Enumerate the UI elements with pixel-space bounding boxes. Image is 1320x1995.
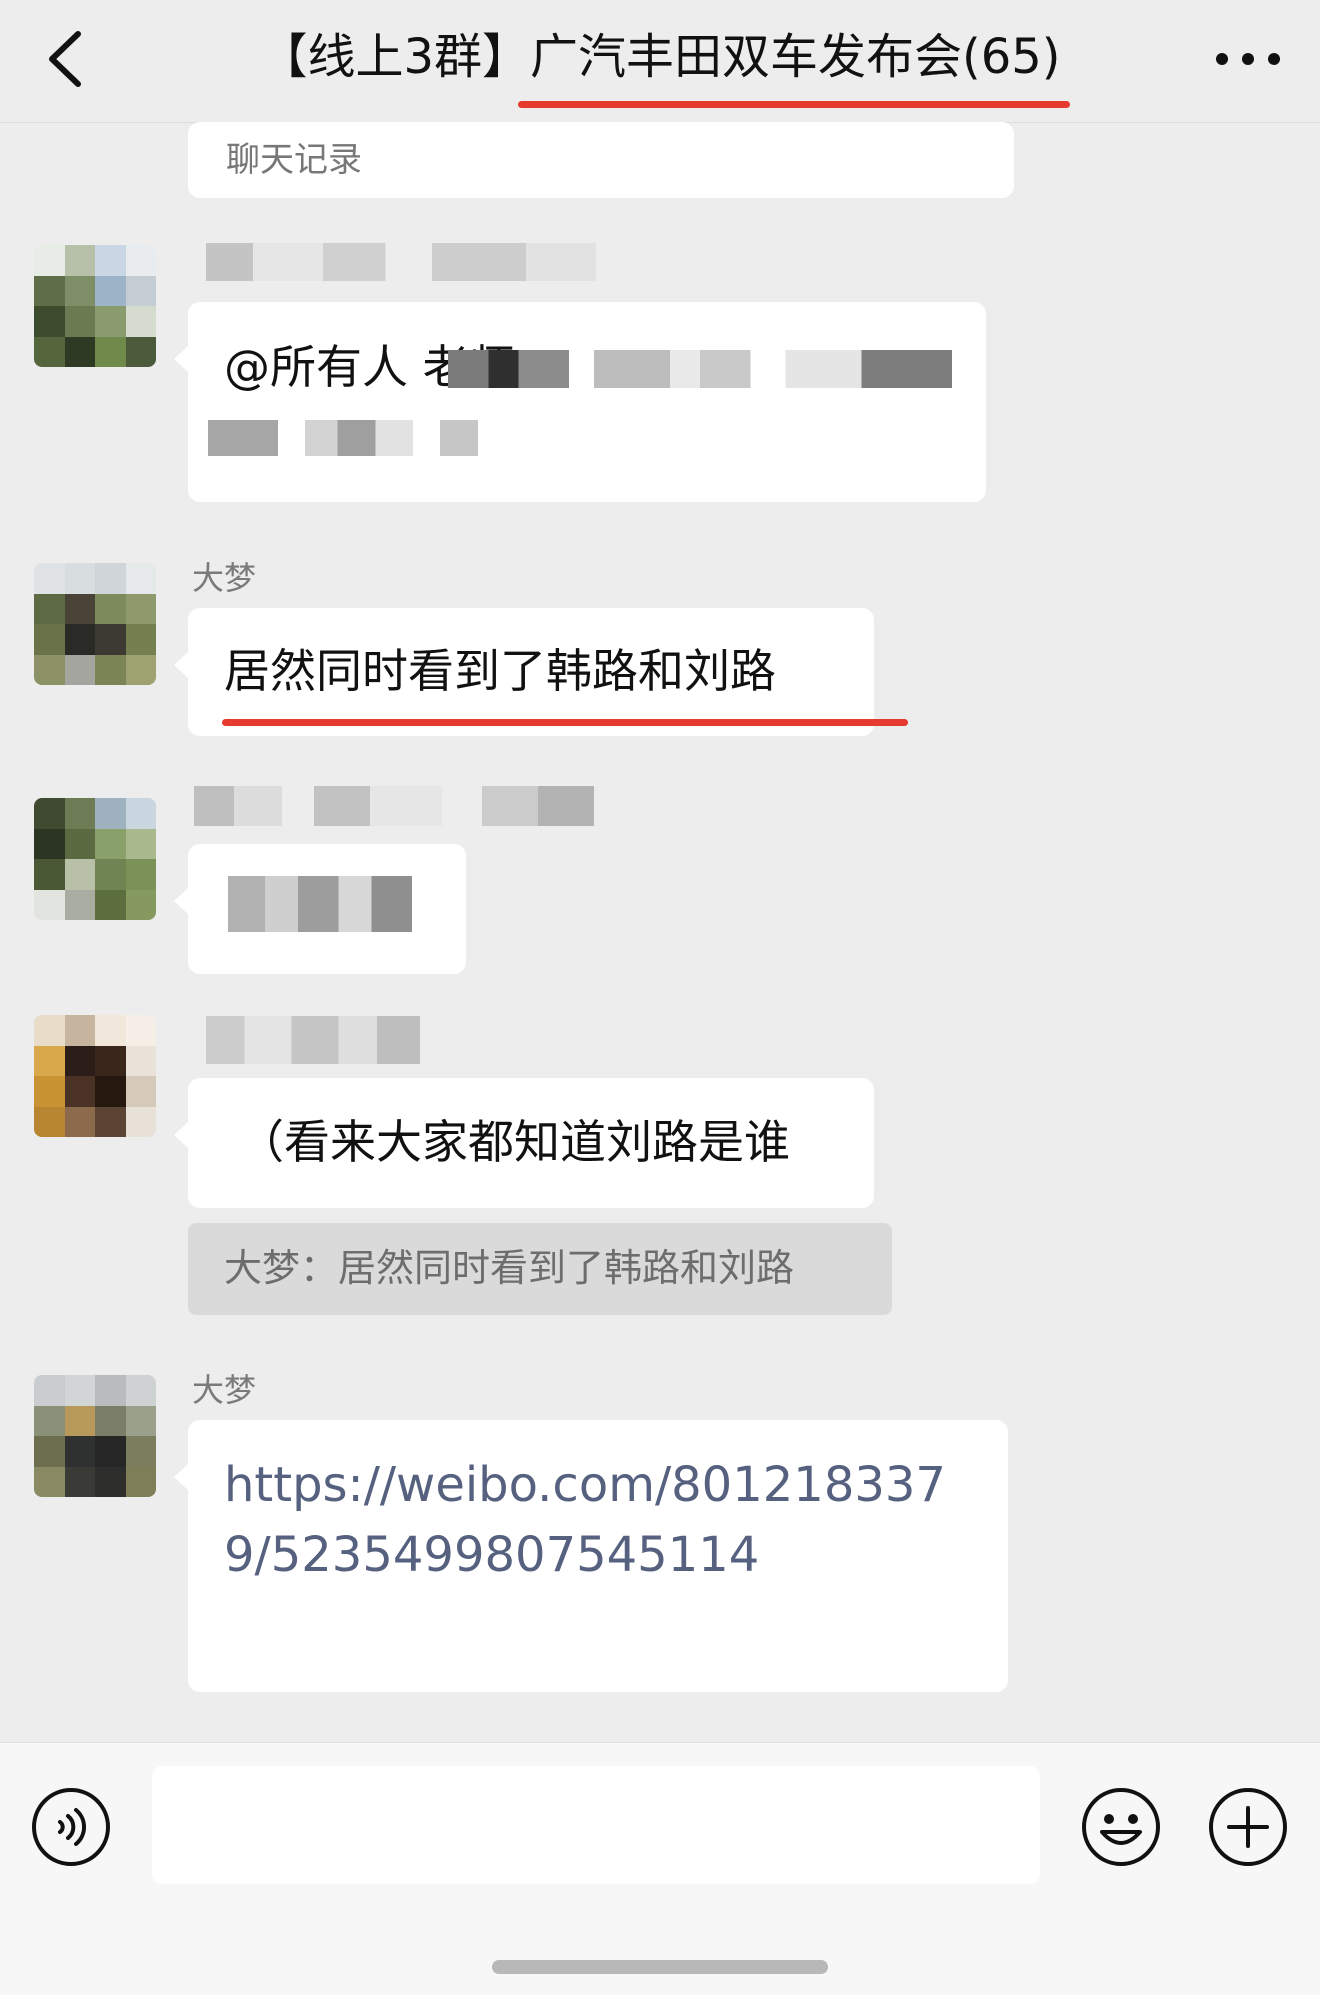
redacted-sender-name (206, 243, 596, 281)
message-bubble[interactable] (174, 844, 466, 974)
plus-button[interactable] (1207, 1786, 1289, 1868)
message-highlight-underline (222, 719, 908, 726)
emoji-button[interactable] (1080, 1786, 1162, 1868)
chevron-left-icon (49, 31, 81, 87)
redacted-sender-name (194, 786, 594, 826)
avatar[interactable] (34, 1015, 156, 1137)
message-bubble[interactable]: 居然同时看到了韩路和刘路 (174, 608, 874, 736)
redacted-text (228, 876, 412, 932)
avatar[interactable] (34, 245, 156, 367)
message-input[interactable] (152, 1766, 1040, 1884)
plus-icon (1209, 1788, 1287, 1866)
voice-icon (32, 1788, 110, 1866)
avatar-mosaic (34, 1015, 156, 1137)
message-text: 居然同时看到了韩路和刘路 (224, 644, 776, 698)
message-bubble[interactable]: @所有人 老师 (174, 302, 986, 502)
redacted-sender-name (206, 1016, 420, 1064)
chat-history-label: 聊天记录 (226, 140, 362, 180)
avatar[interactable] (34, 1375, 156, 1497)
avatar[interactable] (34, 563, 156, 685)
chat-title: 【线上3群】广汽丰田双车发布会(65) (259, 29, 1061, 85)
title-highlight-underline (518, 101, 1070, 108)
message-text: （看来大家都知道刘路是谁 (238, 1115, 790, 1169)
voice-button[interactable] (30, 1786, 112, 1868)
avatar-mosaic (34, 563, 156, 685)
message-bubble[interactable]: （看来大家都知道刘路是谁 (174, 1078, 874, 1208)
sender-name: 大梦 (192, 559, 257, 597)
avatar-mosaic (34, 798, 156, 920)
redacted-text (448, 350, 952, 388)
more-dots-icon (1216, 53, 1280, 65)
redacted-text (208, 420, 478, 456)
back-button[interactable] (40, 24, 90, 94)
avatar-mosaic (34, 245, 156, 367)
emoji-icon (1082, 1788, 1160, 1866)
more-button[interactable] (1210, 34, 1286, 84)
chat-history-card[interactable]: 聊天记录 (188, 122, 1014, 198)
home-indicator (492, 1960, 828, 1974)
avatar-photo (34, 1375, 156, 1497)
link-message-bubble[interactable]: https://weibo.com/8012183379/52354998075… (174, 1420, 1008, 1692)
quoted-message[interactable]: 大梦：居然同时看到了韩路和刘路 (188, 1223, 892, 1315)
sender-name: 大梦 (192, 1371, 257, 1409)
avatar[interactable] (34, 798, 156, 920)
weibo-link[interactable]: https://weibo.com/8012183379/52354998075… (224, 1450, 980, 1590)
